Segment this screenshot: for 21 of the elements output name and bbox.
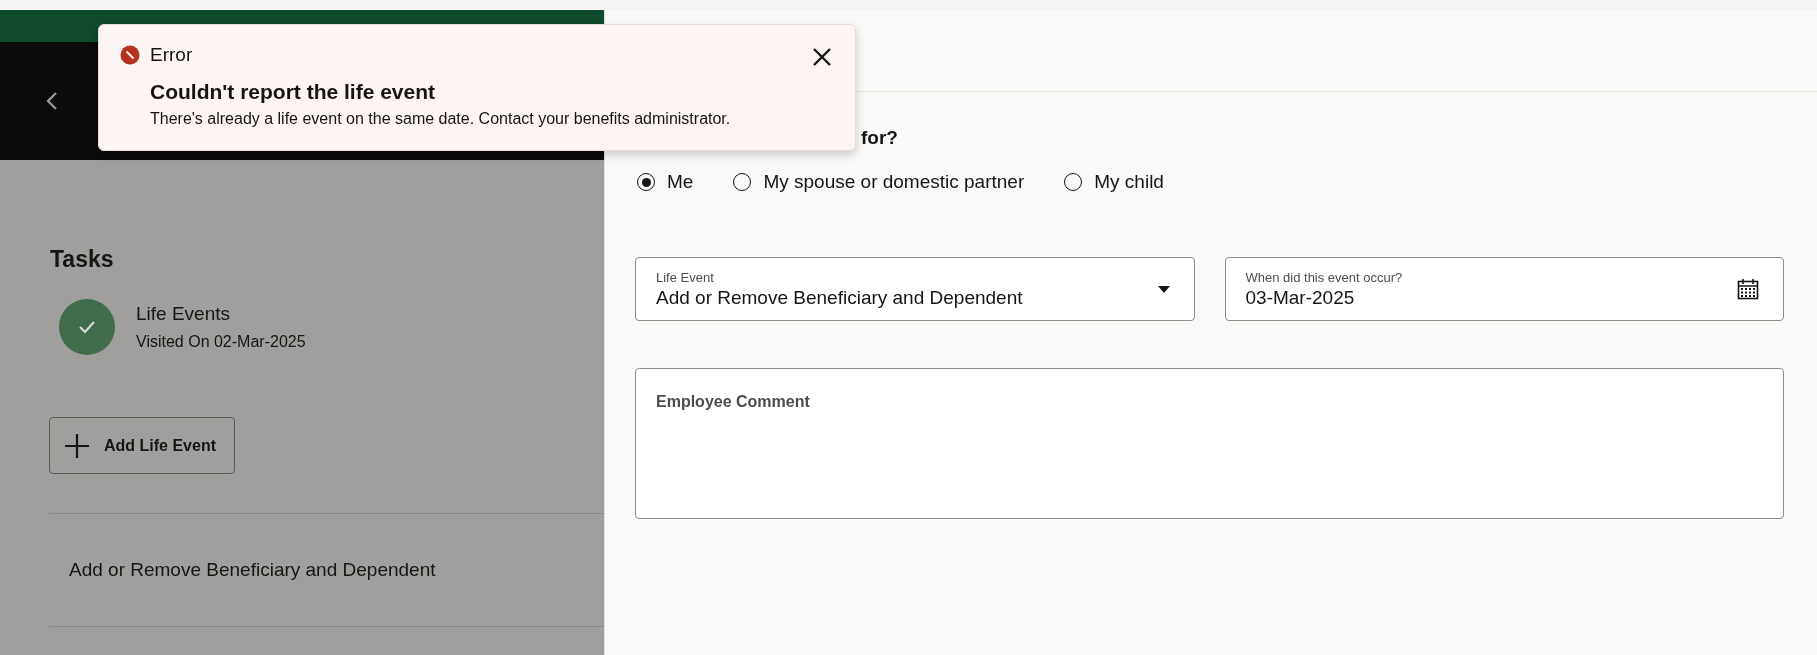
task-link[interactable]: Life Events <box>136 303 306 325</box>
plus-icon <box>64 432 90 459</box>
calendar-icon[interactable] <box>1737 278 1759 300</box>
question-text: for? <box>861 127 899 149</box>
back-icon[interactable] <box>46 91 58 111</box>
employee-comment-field[interactable]: Employee Comment <box>635 368 1784 519</box>
radio-option[interactable]: Me <box>637 171 694 193</box>
life-event-dropdown[interactable]: Life Event Add or Remove Beneficiary and Dependent <box>635 257 1195 321</box>
life-event-item[interactable]: Add or Remove Beneficiary and Dependent <box>49 513 604 627</box>
error-title: Couldn't report the life event <box>150 80 436 104</box>
add-life-event-button[interactable]: Add Life Event <box>49 417 235 474</box>
dropdown-caret-icon <box>1157 285 1170 293</box>
error-message: There's already a life event on the same date. Contact your benefits administrator. <box>150 110 732 128</box>
tasks-heading: Tasks <box>50 246 115 273</box>
task-visited-date: Visited On 02-Mar-2025 <box>136 333 306 351</box>
error-severity-label: Error <box>150 44 193 66</box>
close-icon <box>813 48 831 66</box>
event-date-field[interactable]: When did this event occur? 03-Mar-2025 <box>1224 257 1784 321</box>
error-icon <box>120 45 140 65</box>
radio-option[interactable]: My child <box>1064 171 1164 193</box>
radio-option[interactable]: My spouse or domestic partner <box>733 171 1025 193</box>
